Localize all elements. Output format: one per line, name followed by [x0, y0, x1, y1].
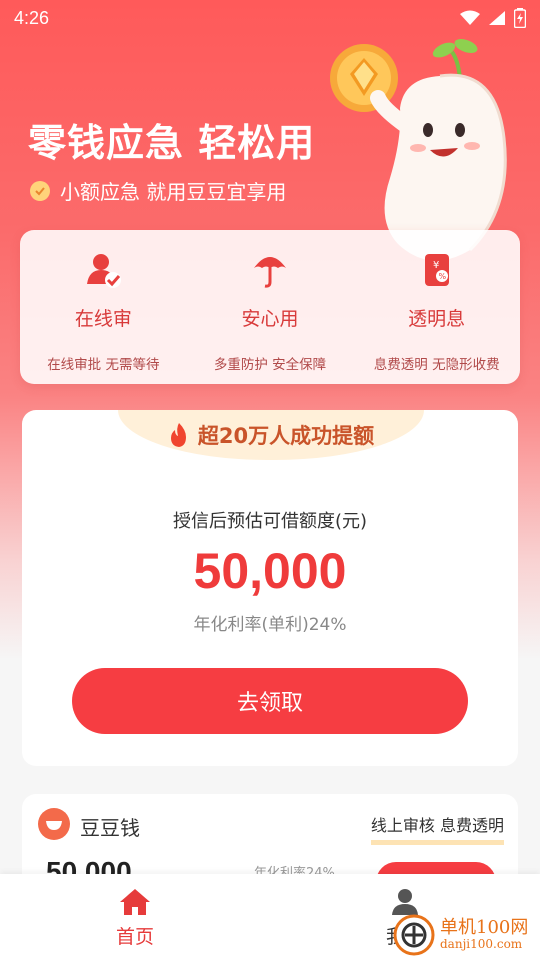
fee-document-icon: ¥ %	[424, 254, 449, 286]
hero-title: 零钱应急 轻松用	[28, 121, 316, 165]
approval-user-icon	[87, 254, 122, 288]
check-icon	[30, 180, 50, 201]
watermark-logo-icon	[393, 914, 435, 956]
status-time: 4:26	[14, 7, 50, 28]
credit-card: 超20万人成功提额 授信后预估可借额度(元) 50,000 年化利率(单利)24…	[22, 410, 518, 766]
feature-transparent-interest: ¥ % 透明息 息费透明 无隐形收费	[353, 230, 520, 384]
fire-icon	[170, 423, 186, 447]
promo-text: 超20万人成功提额	[197, 424, 375, 448]
hero-subtitle-text: 小额应急 就用豆豆宜享用	[60, 180, 287, 204]
credit-label: 授信后预估可借额度(元)	[172, 511, 368, 532]
claim-button[interactable]: 去领取	[72, 668, 468, 734]
feature-title: 安心用	[241, 308, 299, 330]
feature-safe-use: 安心用 多重防护 安全保障	[187, 230, 354, 384]
product-logo-icon	[38, 808, 70, 840]
product-tags: 线上审核 息费透明	[370, 812, 504, 845]
promo-banner: 超20万人成功提额	[118, 410, 424, 460]
credit-amount: 50,000	[193, 543, 347, 599]
interest-rate: 年化利率(单利)24%	[193, 615, 347, 635]
status-icons	[460, 8, 526, 28]
watermark-name: 单机100网	[440, 917, 529, 939]
status-bar: 4:26	[0, 0, 540, 36]
feature-desc: 在线审批 无需等待	[47, 357, 160, 373]
home-icon	[120, 889, 150, 915]
battery-icon	[514, 8, 526, 28]
watermark-url: danji100.com	[440, 937, 523, 952]
svg-text:%: %	[438, 272, 446, 281]
svg-text:¥: ¥	[433, 260, 439, 271]
signal-icon	[489, 11, 505, 25]
feature-title: 在线审	[74, 308, 132, 330]
hero-subtitle: 小额应急 就用豆豆宜享用	[30, 176, 286, 205]
feature-online-review: 在线审 在线审批 无需等待	[20, 230, 187, 384]
watermark: 单机100网 danji100.com	[392, 910, 540, 960]
product-name: 豆豆钱	[80, 816, 140, 840]
watermark-text: 单机100网 danji100.com	[440, 917, 529, 952]
nav-home-label: 首页	[115, 926, 154, 948]
umbrella-icon	[254, 257, 286, 288]
feature-title: 透明息	[408, 308, 466, 330]
features-card: 在线审 在线审批 无需等待 安心用 多重防护 安全保障 ¥ % 透明息 息费透明…	[20, 230, 520, 384]
nav-home[interactable]: 首页	[95, 888, 175, 949]
feature-desc: 多重防护 安全保障	[213, 357, 327, 373]
feature-desc: 息费透明 无隐形收费	[373, 357, 500, 373]
wifi-icon	[460, 10, 480, 25]
